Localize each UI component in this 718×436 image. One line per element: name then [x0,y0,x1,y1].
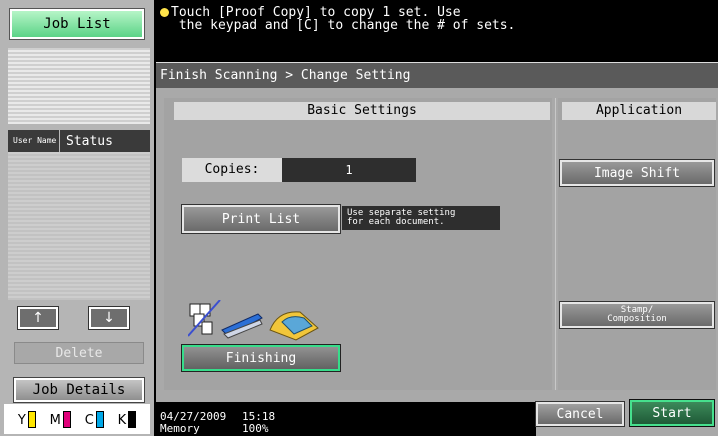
application-header: Application [562,102,716,120]
toner-yellow: Y [17,410,36,428]
lightbulb-icon [160,8,169,17]
scroll-up-button[interactable]: ↑ [17,306,59,330]
separate-note-line-2: for each document. [347,217,445,227]
job-list-button[interactable]: Job List [9,8,145,40]
toner-levels: Y M C K [4,404,150,434]
stamp-label-line-2: Composition [607,314,667,324]
basic-settings-panel: Basic Settings Copies: 1 Print List Use … [164,98,552,390]
job-queue-header: User Name Status [8,130,150,152]
finishing-icon [188,300,319,341]
breadcrumb: Finish Scanning > Change Setting [156,62,718,88]
toner-cyan-label: C [84,412,94,428]
toner-black-label: K [117,412,127,428]
toner-yellow-label: Y [17,412,26,428]
toner-magenta-label: M [49,412,61,428]
action-area: Cancel Start [535,399,718,436]
job-queue-list[interactable] [8,152,150,300]
panel-divider [555,98,556,390]
hole-punch-icon [269,311,319,341]
application-panel: Application Image Shift Stamp/ Compositi… [558,98,716,390]
stapler-icon [221,313,263,339]
status-bar: 04/27/2009 15:18 Memory 100% [156,404,536,436]
start-button[interactable]: Start [629,399,715,427]
job-details-button[interactable]: Job Details [13,377,145,403]
stamp-composition-button[interactable]: Stamp/ Composition [559,301,715,329]
delete-button[interactable]: Delete [14,342,144,364]
cancel-button[interactable]: Cancel [535,401,625,427]
offset-sort-icon [188,300,221,337]
left-panel-divider [8,48,150,124]
left-panel: Job List User Name Status ↑ ↓ Delete Job… [0,0,154,436]
column-user-name: User Name [8,130,60,152]
print-list-button[interactable]: Print List [181,204,341,234]
finishing-button[interactable]: Finishing [181,344,341,372]
screen: Job List User Name Status ↑ ↓ Delete Job… [0,0,718,436]
toner-black-bar [128,410,137,428]
toner-black: K [117,410,137,428]
message-bar: Touch [Proof Copy] to copy 1 set. Use th… [156,2,716,56]
basic-settings-header: Basic Settings [174,102,550,120]
toner-cyan-bar [95,410,104,428]
scroll-down-button[interactable]: ↓ [88,306,130,330]
toner-cyan: C [84,410,104,428]
column-status: Status [66,133,113,149]
toner-magenta: M [49,410,71,428]
separate-setting-note: Use separate setting for each document. [342,206,500,230]
memory-label: Memory [160,422,200,435]
memory-value: 100% [242,422,269,435]
toner-magenta-bar [62,410,71,428]
copies-value-field[interactable]: 1 [282,158,416,182]
copies-label: Copies: [182,158,282,182]
message-line-2: the keypad and [C] to change the # of se… [171,18,516,33]
image-shift-button[interactable]: Image Shift [559,159,715,187]
main-area: Finish Scanning > Change Setting Basic S… [156,62,718,402]
toner-yellow-bar [27,410,36,428]
